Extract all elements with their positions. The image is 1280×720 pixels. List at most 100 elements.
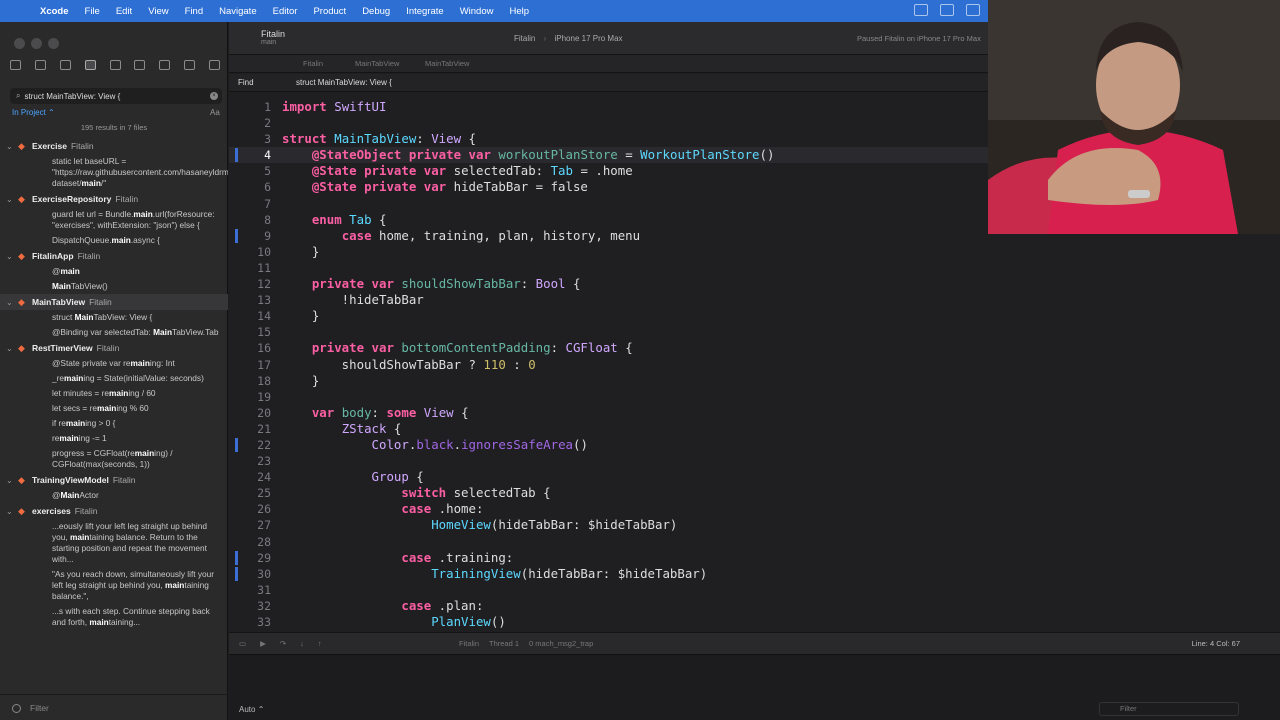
tray-icon[interactable] — [966, 4, 980, 16]
search-result-item[interactable]: DispatchQueue.main.async { — [0, 233, 228, 248]
menu-integrate[interactable]: Integrate — [406, 6, 444, 17]
code-line[interactable]: 29 case .training: — [229, 550, 1280, 566]
breakpoint-icon[interactable] — [184, 60, 196, 70]
search-result-item[interactable]: if remaining > 0 { — [0, 416, 228, 431]
code-line[interactable]: 21 ZStack { — [229, 421, 1280, 437]
source-control-icon[interactable] — [34, 60, 46, 70]
menu-debug[interactable]: Debug — [362, 6, 390, 17]
zoom-window-button[interactable] — [48, 38, 59, 49]
debug-thread[interactable]: Thread 1 — [489, 639, 519, 648]
code-line[interactable]: 25 switch selectedTab { — [229, 485, 1280, 501]
search-result-item[interactable]: @MainActor — [0, 488, 228, 503]
search-icon[interactable] — [84, 60, 96, 70]
search-result-item[interactable]: @main — [0, 264, 228, 279]
minimize-window-button[interactable] — [31, 38, 42, 49]
code-line[interactable]: 15 — [229, 324, 1280, 340]
tray-icon[interactable] — [914, 4, 928, 16]
debug-target[interactable]: Fitalin — [459, 639, 479, 648]
disclosure-chevron-icon[interactable]: ⌄ — [6, 142, 13, 151]
disclosure-chevron-icon[interactable]: ⌄ — [6, 252, 13, 261]
code-line[interactable]: 26 case .home: — [229, 501, 1280, 517]
step-over-icon[interactable]: ↷ — [280, 639, 286, 648]
code-line[interactable]: 14 } — [229, 308, 1280, 324]
code-line[interactable]: 13 !hideTabBar — [229, 292, 1280, 308]
search-result-item[interactable]: ...s with each step. Continue stepping b… — [0, 604, 228, 630]
code-line[interactable]: 12 private var shouldShowTabBar: Bool { — [229, 276, 1280, 292]
disclosure-chevron-icon[interactable]: ⌄ — [6, 195, 13, 204]
close-window-button[interactable] — [14, 38, 25, 49]
code-line[interactable]: 27 HomeView(hideTabBar: $hideTabBar) — [229, 517, 1280, 533]
menu-app[interactable]: Xcode — [40, 6, 69, 17]
search-result-item[interactable]: MainTabView() — [0, 279, 228, 294]
search-input[interactable]: struct MainTabView: View { — [24, 92, 120, 101]
jump-bar-project[interactable]: Fitalin — [303, 59, 323, 68]
search-scope[interactable]: In Project ⌃ Aa — [12, 108, 220, 117]
find-navigator-search-field[interactable]: ⌕ struct MainTabView: View { × — [10, 88, 222, 104]
menu-find[interactable]: Find — [185, 6, 203, 17]
match-case-toggle[interactable]: Aa — [210, 108, 220, 117]
search-result-item[interactable]: let secs = remaining % 60 — [0, 401, 228, 416]
search-result-item[interactable]: guard let url = Bundle.main.url(forResou… — [0, 207, 228, 233]
menu-product[interactable]: Product — [313, 6, 346, 17]
variables-view-mode[interactable]: Auto ⌃ — [239, 705, 264, 714]
jump-bar-folder[interactable]: MainTabView — [355, 59, 399, 68]
search-result-item[interactable]: remaining -= 1 — [0, 431, 228, 446]
code-line[interactable]: 19 — [229, 389, 1280, 405]
search-result-item[interactable]: progress = CGFloat(remaining) / CGFloat(… — [0, 446, 228, 472]
scheme-selector[interactable]: Fitalin › iPhone 17 Pro Max — [514, 34, 623, 43]
disclosure-chevron-icon[interactable]: ⌄ — [6, 476, 13, 485]
step-into-icon[interactable]: ↓ — [300, 639, 304, 648]
code-line[interactable]: 20 var body: some View { — [229, 405, 1280, 421]
result-file-group[interactable]: ⌄ ◆ RestTimerView Fitalin — [0, 340, 228, 356]
debug-frame[interactable]: 0 mach_msg2_trap — [529, 639, 593, 648]
code-line[interactable]: 28 — [229, 534, 1280, 550]
search-result-item[interactable]: struct MainTabView: View { — [0, 310, 228, 325]
search-result-item[interactable]: let minutes = remaining / 60 — [0, 386, 228, 401]
test-icon[interactable] — [134, 60, 146, 70]
code-line[interactable]: 23 — [229, 453, 1280, 469]
menu-help[interactable]: Help — [509, 6, 529, 17]
disclosure-chevron-icon[interactable]: ⌄ — [6, 298, 13, 307]
result-file-group[interactable]: ⌄ ◆ FitalinApp Fitalin — [0, 248, 228, 264]
menu-file[interactable]: File — [85, 6, 100, 17]
bookmark-icon[interactable] — [59, 60, 71, 70]
search-result-item[interactable]: _remaining = State(initialValue: seconds… — [0, 371, 228, 386]
step-out-icon[interactable]: ↑ — [318, 639, 322, 648]
code-line[interactable]: 10 } — [229, 244, 1280, 260]
result-file-group[interactable]: ⌄ ◆ MainTabView Fitalin — [0, 294, 228, 310]
search-result-item[interactable]: static let baseURL = "https://raw.github… — [0, 154, 228, 191]
console-filter[interactable]: Filter — [1099, 702, 1239, 716]
navigator-filter[interactable]: Filter — [0, 694, 228, 720]
result-file-group[interactable]: ⌄ ◆ exercises Fitalin — [0, 503, 228, 519]
clear-search-icon[interactable]: × — [210, 92, 218, 100]
tray-icon[interactable] — [940, 4, 954, 16]
result-file-group[interactable]: ⌄ ◆ ExerciseRepository Fitalin — [0, 191, 228, 207]
find-mode-selector[interactable]: Find — [238, 78, 254, 87]
continue-icon[interactable]: ▶ — [260, 639, 266, 648]
search-result-item[interactable]: @State private var remaining: Int — [0, 356, 228, 371]
code-line[interactable]: 24 Group { — [229, 469, 1280, 485]
search-result-item[interactable]: "As you reach down, simultaneously lift … — [0, 567, 228, 604]
code-line[interactable]: 17 shouldShowTabBar ? 110 : 0 — [229, 357, 1280, 373]
disclosure-chevron-icon[interactable]: ⌄ — [6, 507, 13, 516]
jump-bar-file[interactable]: MainTabView — [425, 59, 469, 68]
find-query-field[interactable]: struct MainTabView: View { — [296, 78, 392, 87]
menu-navigate[interactable]: Navigate — [219, 6, 257, 17]
code-line[interactable]: 16 private var bottomContentPadding: CGF… — [229, 340, 1280, 356]
code-line[interactable]: 31 — [229, 582, 1280, 598]
debug-icon[interactable] — [159, 60, 171, 70]
code-line[interactable]: 22 Color.black.ignoresSafeArea() — [229, 437, 1280, 453]
folder-icon[interactable] — [10, 60, 21, 70]
code-line[interactable]: 32 case .plan: — [229, 598, 1280, 614]
disclosure-chevron-icon[interactable]: ⌄ — [6, 344, 13, 353]
menu-window[interactable]: Window — [460, 6, 494, 17]
search-result-item[interactable]: ...eously lift your left leg straight up… — [0, 519, 228, 567]
warning-icon[interactable] — [109, 60, 121, 70]
search-result-item[interactable]: @Binding var selectedTab: MainTabView.Ta… — [0, 325, 228, 340]
menu-editor[interactable]: Editor — [273, 6, 298, 17]
report-icon[interactable] — [209, 60, 220, 70]
menu-view[interactable]: View — [148, 6, 168, 17]
code-line[interactable]: 11 — [229, 260, 1280, 276]
toggle-debug-area-icon[interactable]: ▭ — [239, 639, 246, 648]
menu-edit[interactable]: Edit — [116, 6, 132, 17]
